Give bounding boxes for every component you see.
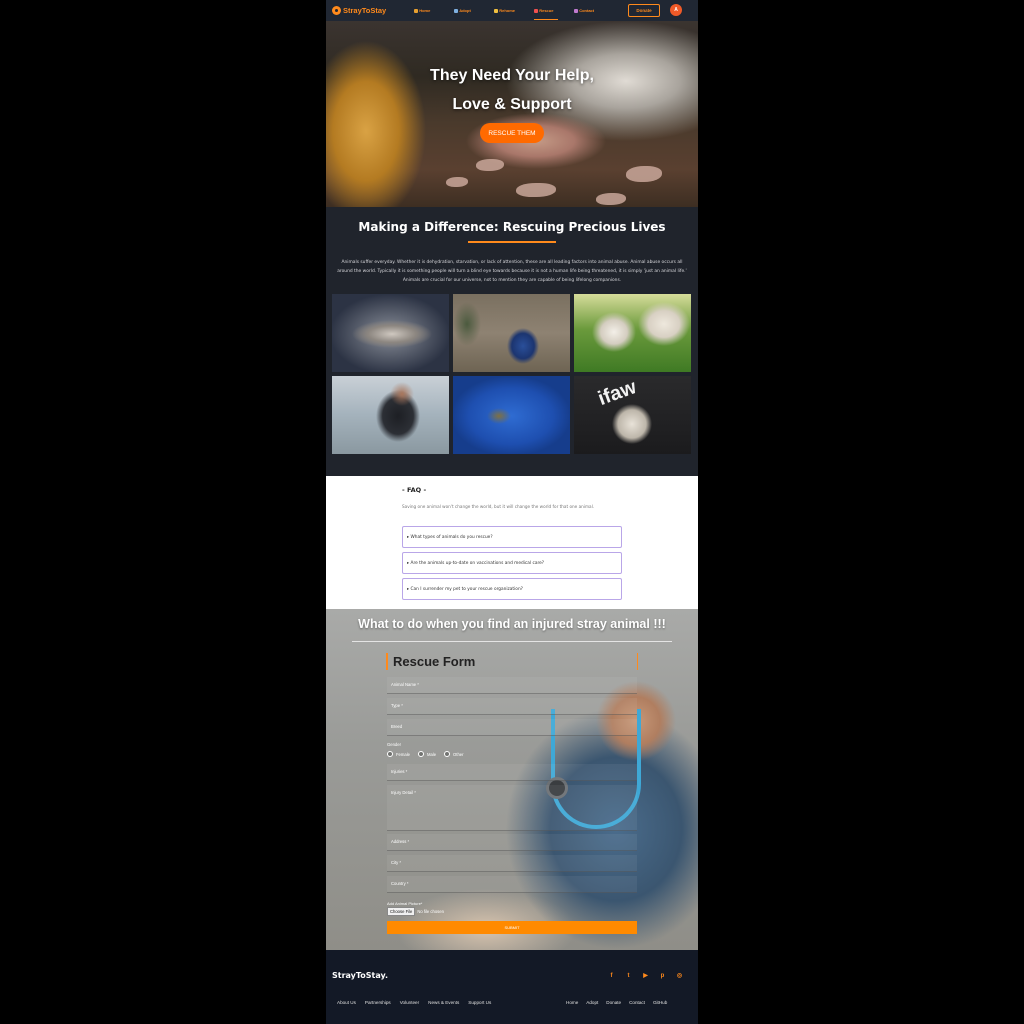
instagram-icon[interactable]: ◎ (676, 972, 683, 979)
leaf-decoration (596, 193, 626, 205)
footer-link-about[interactable]: About Us (337, 1000, 356, 1005)
faq-item[interactable]: ▸ Can I surrender my pet to your rescue … (402, 578, 622, 600)
footer-link-github[interactable]: GitHub (653, 1000, 667, 1005)
nav-rehome[interactable]: Rehome (494, 0, 534, 21)
address-field[interactable]: Address * (387, 834, 637, 851)
choose-file-button[interactable]: Choose File (387, 907, 416, 916)
radio-circle[interactable] (387, 751, 393, 757)
rescue-photo-sheep (574, 294, 691, 372)
nav-adopt[interactable]: Adopt (454, 0, 494, 21)
nav-rehome-label: Rehome (499, 8, 515, 13)
rescue-form-title: Rescue Form (393, 654, 476, 669)
pinterest-icon[interactable]: p (659, 972, 666, 979)
form-accent-bar (637, 653, 638, 670)
nav-rescue[interactable]: Rescue (534, 0, 574, 21)
rescue-title: What to do when you find an injured stra… (358, 617, 666, 631)
footer-brand: StrayToStay. (332, 971, 389, 980)
injuries-field[interactable]: Injuries * (387, 764, 637, 781)
youtube-icon[interactable]: ▶ (642, 972, 649, 979)
footer-link-volunteer[interactable]: Volunteer (400, 1000, 419, 1005)
social-links: f t ▶ p ◎ (608, 972, 683, 980)
mail-icon (574, 8, 579, 13)
brand-name: StrayToStay (343, 6, 387, 15)
footer: StrayToStay. f t ▶ p ◎ About Us Partners… (326, 950, 698, 1024)
title-divider (352, 641, 672, 642)
hero-title-line2: Love & Support (452, 96, 572, 113)
file-status: No file chosen (417, 909, 444, 914)
radio-circle[interactable] (417, 751, 424, 757)
home-icon (414, 8, 419, 13)
faq-section: - FAQ - Saving one animal won't change t… (326, 476, 698, 609)
gender-radio-group: Female Male Other (387, 751, 464, 757)
animal-name-field[interactable]: Animal Name * (387, 677, 637, 694)
rescue-photo-volunteer (453, 294, 570, 372)
footer-links-left: About Us Partnerships Volunteer News & E… (337, 1000, 491, 1005)
section-title: Making a Difference: Rescuing Precious L… (358, 220, 666, 234)
footer-link-adopt[interactable]: Adopt (586, 1000, 598, 1005)
footer-link-donate[interactable]: Donate (606, 1000, 621, 1005)
nav-adopt-label: Adopt (459, 8, 471, 13)
gender-radio-male[interactable]: Male (417, 751, 437, 757)
radio-label: Female (396, 751, 410, 757)
nav-home[interactable]: Home (414, 0, 454, 21)
rescue-them-button[interactable]: RESCUE THEM (480, 123, 544, 143)
rescue-photo-vet-clinic (332, 376, 449, 454)
nav-home-label: Home (419, 8, 431, 13)
leaf-decoration (446, 177, 468, 187)
footer-link-contact[interactable]: Contact (629, 1000, 645, 1005)
leaf-decoration (626, 166, 662, 182)
difference-section: Making a Difference: Rescuing Precious L… (326, 207, 698, 476)
footer-link-support[interactable]: Support Us (468, 1000, 491, 1005)
radio-label: Other (453, 751, 464, 757)
house-icon (494, 8, 499, 13)
donate-button[interactable]: Donate (628, 4, 660, 17)
breed-field[interactable]: Breed (387, 719, 637, 736)
nav-links: Home Adopt Rehome Rescue Contact (414, 0, 614, 21)
footer-link-news[interactable]: News & Events (428, 1000, 459, 1005)
faq-item[interactable]: ▸ What types of animals do you rescue? (402, 526, 622, 548)
paw-icon (454, 8, 459, 13)
rescue-icon (534, 8, 539, 13)
leaf-decoration (516, 183, 556, 197)
footer-link-home[interactable]: Home (566, 1000, 578, 1005)
twitter-icon[interactable]: t (625, 972, 632, 979)
section-description: Animals suffer everyday. Whether it is d… (337, 260, 687, 283)
rescue-photo-vet-bird (453, 376, 570, 454)
rescue-photo-ifaw: ifaw (574, 376, 691, 454)
file-upload: Choose File No file chosen (387, 907, 444, 916)
rescue-photo-monkey (332, 294, 449, 372)
radio-label: Male (426, 751, 437, 757)
city-field[interactable]: City * (387, 855, 637, 872)
radio-circle[interactable] (444, 751, 451, 757)
faq-item[interactable]: ▸ Are the animals up-to-date on vaccinat… (402, 552, 622, 574)
type-field[interactable]: Type * (387, 698, 637, 715)
hero-banner: They Need Your Help, Love & Support RESC… (326, 21, 698, 207)
form-accent-bar (386, 653, 388, 670)
faq-subtitle: Saving one animal won't change the world… (402, 504, 595, 509)
submit-button[interactable]: SUBMIT (387, 921, 637, 934)
footer-links-right: Home Adopt Donate Contact GitHub (566, 1000, 667, 1005)
ifaw-logo: ifaw (595, 376, 640, 411)
nav-rescue-label: Rescue (539, 8, 554, 13)
navbar: StrayToStay Home Adopt Rehome Rescue Con… (326, 0, 698, 21)
gender-label: Gender (387, 742, 401, 747)
nav-contact[interactable]: Contact (574, 0, 614, 21)
rescue-section: What to do when you find an injured stra… (326, 609, 698, 950)
nav-contact-label: Contact (579, 8, 595, 13)
gender-radio-female[interactable]: Female (387, 751, 410, 757)
country-field[interactable]: Country * (387, 876, 637, 893)
gender-radio-other[interactable]: Other (444, 751, 464, 757)
brand-logo[interactable]: StrayToStay (332, 6, 386, 15)
picture-label: Add Animal Picture* (387, 901, 423, 906)
injury-detail-field[interactable]: Injury Detail * (387, 785, 637, 831)
title-underline (468, 241, 556, 243)
hero-title-line1: They Need Your Help, (430, 67, 594, 84)
avatar[interactable]: A (670, 4, 682, 16)
leaf-decoration (476, 159, 504, 171)
faq-title: - FAQ - (402, 486, 427, 494)
page: StrayToStay Home Adopt Rehome Rescue Con… (326, 0, 698, 1024)
footer-link-partnerships[interactable]: Partnerships (365, 1000, 391, 1005)
facebook-icon[interactable]: f (608, 972, 615, 979)
paw-logo-icon (332, 6, 341, 15)
